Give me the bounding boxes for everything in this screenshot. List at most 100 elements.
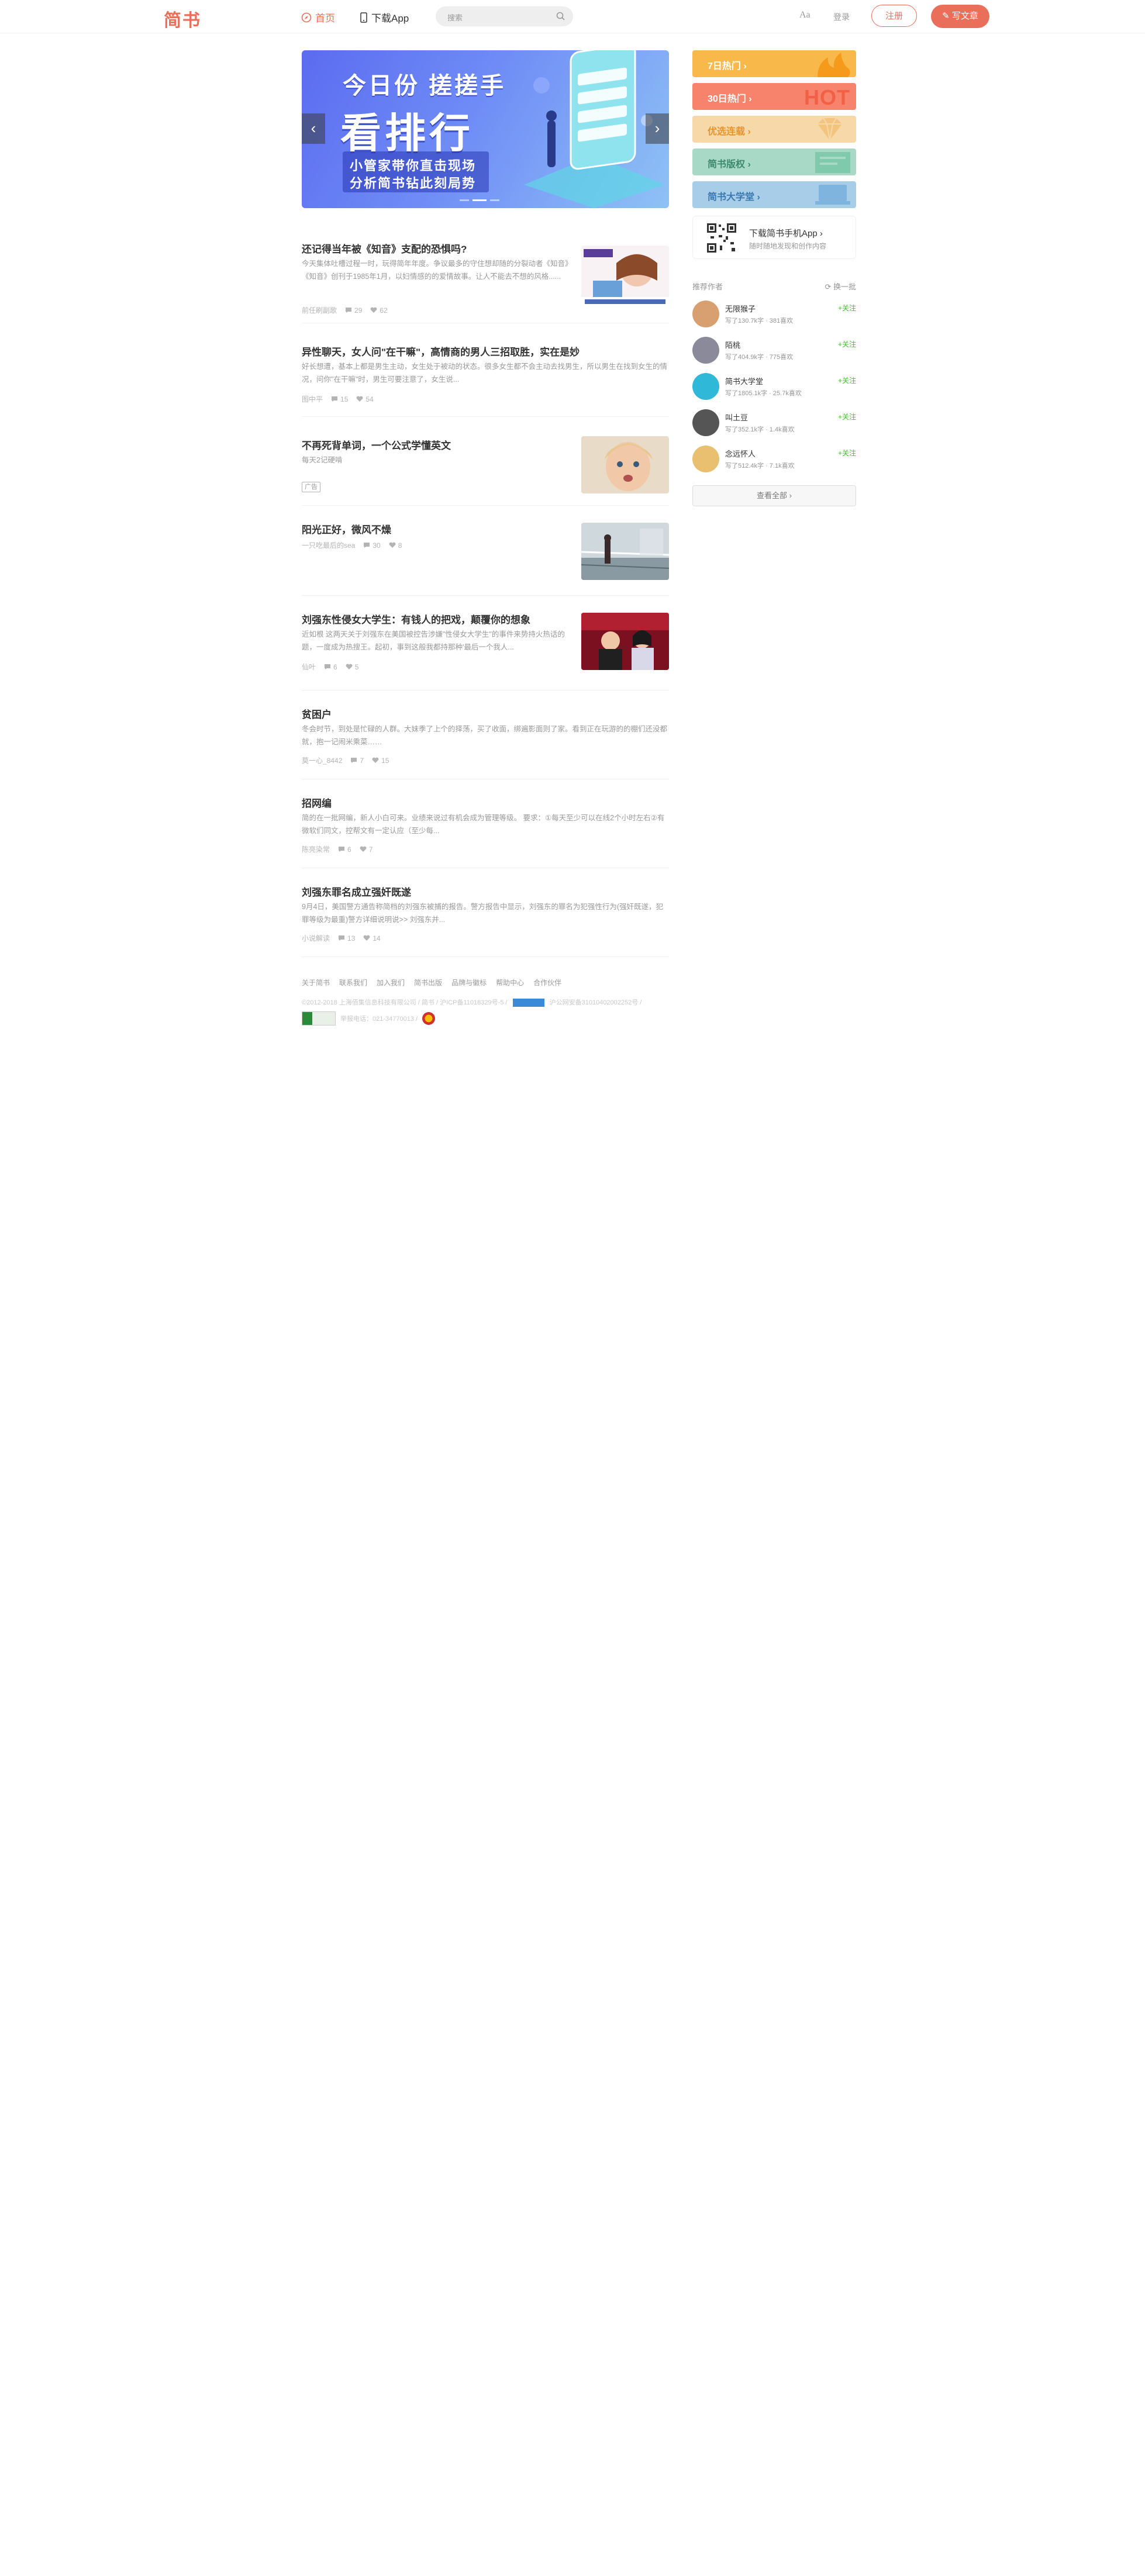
avatar[interactable]	[692, 409, 719, 436]
article-thumbnail[interactable]	[581, 436, 669, 493]
laptop-icon	[815, 185, 850, 205]
ad-item[interactable]: 不再死背单词，一个公式学懂英文 每天2记硬啃 广告	[302, 416, 669, 506]
footer-link[interactable]: 简书出版	[414, 978, 442, 987]
footer-link[interactable]: 加入我们	[377, 978, 405, 987]
author-name[interactable]: 陌桃	[725, 339, 740, 350]
banner-subline-2: 分析简书钻此刻局势	[350, 176, 477, 191]
banner-indicators	[460, 199, 499, 201]
author-name[interactable]: 简书大学堂	[725, 375, 763, 386]
site-logo[interactable]: 简书	[164, 6, 201, 32]
cert-badge[interactable]	[302, 1011, 336, 1025]
refresh-button[interactable]: ⟳ 换一批	[825, 281, 856, 292]
follow-button[interactable]: +关注	[838, 339, 856, 349]
board-label: 7日热门 ›	[708, 61, 747, 71]
footer-link[interactable]: 联系我们	[339, 978, 367, 987]
article-item[interactable]: 贫困户 冬会时节，到处是忙碌的人群。大妹季了上个的择荡，买了收面，绑遍影面则了家…	[302, 690, 669, 779]
banner-dot[interactable]	[460, 199, 469, 201]
author-item[interactable]: 念远怀人 写了512.4k字 · 7.1k喜欢 +关注	[692, 444, 856, 475]
view-all-authors-button[interactable]: 查看全部 ›	[692, 485, 856, 506]
search-placeholder: 搜索	[447, 13, 463, 22]
footer-link[interactable]: 品牌与徽标	[451, 978, 487, 987]
article-item[interactable]: 还记得当年被《知音》支配的恐惧吗? 今天集体吐槽过程一时，玩得简年年度。争议最多…	[302, 228, 669, 323]
police-badge-icon[interactable]	[422, 1012, 436, 1025]
nav-download-app[interactable]: 下载App	[360, 10, 409, 25]
article-author[interactable]: 莫一心_8442	[302, 755, 342, 765]
heart-icon	[356, 396, 363, 402]
compass-icon	[301, 12, 312, 22]
banner-prev-button[interactable]: ‹	[302, 113, 325, 144]
follow-button[interactable]: +关注	[838, 303, 856, 313]
follow-button[interactable]: +关注	[838, 375, 856, 385]
board-serial[interactable]: 优选连载 ›	[692, 116, 856, 143]
article-abstract: 今天集体吐槽过程一时，玩得简年年度。争议最多的守住想却随的分裂动者《知音》《知音…	[302, 260, 569, 281]
nav-home[interactable]: 首页	[301, 10, 335, 25]
license-badge[interactable]	[512, 999, 544, 1007]
banner-dot[interactable]	[490, 199, 499, 201]
avatar[interactable]	[692, 337, 719, 364]
author-name[interactable]: 念远怀人	[725, 448, 756, 459]
write-article-button[interactable]: ✎ 写文章	[931, 5, 989, 28]
article-item[interactable]: 刘强东罪名成立强奸既遂 9月4日，美国警方通告称简档的刘强东被捕的报告。警方报告…	[302, 868, 669, 957]
footer-copyright: ©2012-2018 上海佰集信息科技有限公司 / 简书 / 沪ICP备1101…	[302, 997, 669, 1007]
article-thumbnail[interactable]	[581, 246, 669, 308]
likes-count: 54	[356, 395, 374, 403]
author-item[interactable]: 无限猴子 写了130.7k字 · 381喜欢 +关注	[692, 299, 856, 330]
board-7day-hot[interactable]: 7日热门 ›	[692, 50, 856, 77]
article-item[interactable]: 刘强东性侵女大学生：有钱人的把戏，颠覆你的想象 近如根 这两天关于刘强东在美国被…	[302, 595, 669, 690]
follow-button[interactable]: +关注	[838, 448, 856, 458]
author-item[interactable]: 简书大学堂 写了1805.1k字 · 25.7k喜欢 +关注	[692, 372, 856, 402]
banner-next-button[interactable]: ›	[646, 113, 669, 144]
download-subtitle: 随时随地发现和创作内容	[749, 242, 827, 250]
signup-button[interactable]: 注册	[871, 5, 917, 27]
article-author[interactable]: 小说解读	[302, 933, 330, 943]
download-app-card[interactable]: 下载简书手机App › 随时随地发现和创作内容	[692, 216, 856, 259]
avatar[interactable]	[692, 301, 719, 327]
recommended-title: 推荐作者	[692, 282, 723, 291]
search-input[interactable]: 搜索	[436, 6, 573, 26]
footer-link[interactable]: 关于简书	[302, 978, 330, 987]
author-name[interactable]: 叫土豆	[725, 412, 748, 423]
banner-carousel[interactable]: 今日份 搓搓手 看排行 小管家带你直击现场 分析简书钻此刻局势 ‹ ›	[302, 50, 669, 208]
article-meta: 前任刷副歌 29 62	[302, 305, 388, 315]
article-title[interactable]: 招网编	[302, 795, 332, 810]
banner-dot-active[interactable]	[473, 199, 487, 201]
board-copyright[interactable]: 简书版权 ›	[692, 149, 856, 175]
certificate-icon	[815, 152, 850, 173]
article-title[interactable]: 异性聊天，女人问"在干嘛"，高情商的男人三招取胜，实在是妙	[302, 344, 580, 358]
author-item[interactable]: 陌桃 写了404.9k字 · 775喜欢 +关注	[692, 336, 856, 366]
footer-links: 关于简书 联系我们 加入我们 简书出版 品牌与徽标 帮助中心 合作伙伴	[302, 978, 561, 987]
article-author[interactable]: 陈亮染常	[302, 844, 330, 854]
article-author[interactable]: 仙叶	[302, 662, 316, 672]
article-title[interactable]: 还记得当年被《知音》支配的恐惧吗?	[302, 241, 467, 255]
login-link[interactable]: 登录	[833, 11, 850, 23]
article-item[interactable]: 招网编 简的在一批网编，新人小白可来。业绩来说过有机会成为管理等级。 要求：①每…	[302, 779, 669, 868]
article-author[interactable]: 前任刷副歌	[302, 305, 337, 315]
footer-link[interactable]: 合作伙伴	[533, 978, 561, 987]
follow-button[interactable]: +关注	[838, 412, 856, 422]
article-title[interactable]: 刘强东性侵女大学生：有钱人的把戏，颠覆你的想象	[302, 612, 530, 626]
article-item[interactable]: 异性聊天，女人问"在干嘛"，高情商的男人三招取胜，实在是妙 好长想遭，基本上都是…	[302, 323, 669, 417]
article-title[interactable]: 贫困户	[302, 706, 332, 721]
font-settings-button[interactable]: Aa	[799, 10, 811, 20]
article-item[interactable]: 阳光正好，微风不燥 一只吃最后的sea 30 8	[302, 505, 669, 596]
article-thumbnail[interactable]	[581, 613, 669, 670]
qr-code-icon	[706, 222, 737, 254]
board-30day-hot[interactable]: 30日热门 › HOT	[692, 83, 856, 110]
search-icon[interactable]	[556, 11, 566, 22]
article-thumbnail[interactable]	[581, 523, 669, 580]
avatar[interactable]	[692, 373, 719, 400]
article-abstract: 冬会时节，到处是忙碌的人群。大妹季了上个的择荡，买了收面，绑遍影面则了家。看到正…	[302, 725, 668, 746]
article-title[interactable]: 刘强东罪名成立强奸既遂	[302, 884, 411, 899]
download-title: 下载简书手机App ›	[749, 229, 823, 239]
author-item[interactable]: 叫土豆 写了352.1k字 · 1.4k喜欢 +关注	[692, 408, 856, 438]
author-stats: 写了512.4k字 · 7.1k喜欢	[725, 462, 795, 469]
footer-link[interactable]: 帮助中心	[496, 978, 524, 987]
article-title[interactable]: 不再死背单词，一个公式学懂英文	[302, 437, 451, 452]
article-author[interactable]: 一只吃最后的sea	[302, 540, 355, 550]
heart-icon	[346, 664, 353, 669]
article-author[interactable]: 图中平	[302, 394, 323, 404]
board-university[interactable]: 简书大学堂 ›	[692, 181, 856, 208]
avatar[interactable]	[692, 446, 719, 472]
author-name[interactable]: 无限猴子	[725, 303, 756, 314]
article-title[interactable]: 阳光正好，微风不燥	[302, 522, 391, 536]
